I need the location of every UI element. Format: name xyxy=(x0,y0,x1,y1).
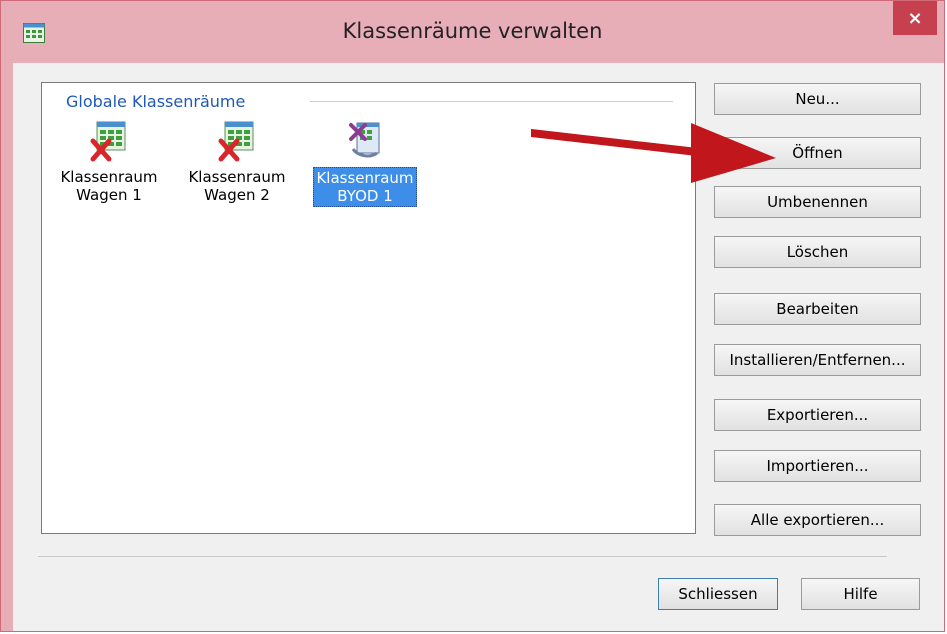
import-button-label: Importieren... xyxy=(766,457,869,475)
install-remove-button[interactable]: Installieren/Entfernen... xyxy=(714,344,921,376)
help-button[interactable]: Hilfe xyxy=(801,578,920,610)
new-button[interactable]: Neu... xyxy=(714,83,921,115)
import-button[interactable]: Importieren... xyxy=(714,450,921,482)
close-dialog-button[interactable]: Schliessen xyxy=(658,578,778,610)
red-arrow-icon xyxy=(531,123,776,183)
close-button[interactable]: × xyxy=(893,1,937,35)
delete-button-label: Löschen xyxy=(786,243,849,261)
install-remove-button-label: Installieren/Entfernen... xyxy=(729,351,906,369)
classroom-error-icon xyxy=(90,121,126,162)
export-all-button-label: Alle exportieren... xyxy=(750,511,885,529)
open-button-label: Öffnen xyxy=(792,144,843,162)
classroom-label: Klassenraum Wagen 1 xyxy=(60,168,158,204)
group-divider xyxy=(310,101,673,102)
export-all-button[interactable]: Alle exportieren... xyxy=(714,504,921,536)
window-title: Klassenräume verwalten xyxy=(342,19,603,43)
edit-button[interactable]: Bearbeiten xyxy=(714,293,921,325)
classroom-item-wagen-2[interactable]: Klassenraum Wagen 2 xyxy=(182,119,292,205)
new-button-label: Neu... xyxy=(795,90,840,108)
close-dialog-label: Schliessen xyxy=(678,585,758,603)
group-title: Globale Klassenräume xyxy=(66,92,246,111)
classroom-item-wagen-1[interactable]: Klassenraum Wagen 1 xyxy=(54,119,164,205)
export-button-label: Exportieren... xyxy=(766,406,869,424)
close-icon: × xyxy=(907,7,923,29)
delete-button[interactable]: Löschen xyxy=(714,236,921,268)
help-button-label: Hilfe xyxy=(843,585,878,603)
manage-classrooms-dialog: Klassenräume verwalten × Globale Klassen… xyxy=(0,0,945,632)
classroom-byod-icon xyxy=(349,122,380,158)
classroom-item-byod-1[interactable]: Klassenraum BYOD 1 xyxy=(310,119,420,207)
rename-button-label: Umbenennen xyxy=(767,193,868,211)
export-button[interactable]: Exportieren... xyxy=(714,399,921,431)
title-bar[interactable]: Klassenräume verwalten × xyxy=(1,1,944,63)
classroom-label: Klassenraum BYOD 1 xyxy=(313,167,417,207)
edit-button-label: Bearbeiten xyxy=(776,300,859,318)
classroom-error-icon xyxy=(218,121,254,162)
rename-button[interactable]: Umbenennen xyxy=(714,186,921,218)
footer-divider xyxy=(38,556,887,557)
window-frame-left xyxy=(1,63,13,631)
classroom-label: Klassenraum Wagen 2 xyxy=(188,168,286,204)
